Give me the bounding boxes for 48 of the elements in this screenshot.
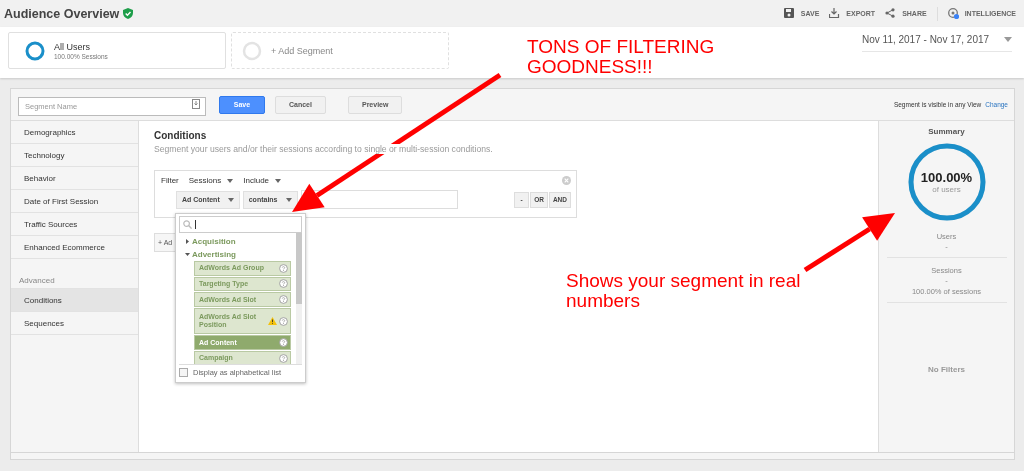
nav-item[interactable]: Technology xyxy=(11,144,138,167)
search-field[interactable] xyxy=(179,216,302,233)
filter-label: Filter xyxy=(161,176,179,185)
insights-icon xyxy=(947,8,959,19)
search-icon xyxy=(183,220,192,229)
summary-title: Summary xyxy=(928,127,965,136)
caret-icon xyxy=(227,178,234,183)
scrollbar-thumb[interactable] xyxy=(296,233,302,304)
triangle-icon xyxy=(185,252,190,257)
caret-icon xyxy=(227,197,234,202)
nav-item[interactable]: Conditions xyxy=(11,289,138,312)
add-segment-card[interactable]: + Add Segment xyxy=(231,32,449,69)
caret-icon xyxy=(285,197,292,202)
help-icon xyxy=(279,353,288,363)
save-to-icon xyxy=(192,99,200,109)
scope-dropdown[interactable]: Sessions xyxy=(188,176,234,185)
close-icon xyxy=(562,176,571,185)
filters-note: No Filters xyxy=(928,364,965,374)
nav-item[interactable]: Enhanced Ecommerce xyxy=(11,236,138,259)
help-icon xyxy=(279,263,288,273)
ring-icon xyxy=(242,40,262,61)
nav-item[interactable]: Date of First Session xyxy=(11,190,138,213)
mode-dropdown[interactable]: Include xyxy=(243,176,282,185)
nav-item[interactable]: Behavior xyxy=(11,167,138,190)
description: Segment your users and/or their sessions according to single or multi-session conditions. xyxy=(154,144,493,154)
help-icon xyxy=(279,295,288,305)
share-icon xyxy=(885,8,897,19)
segment-name: + Add Segment xyxy=(271,45,333,56)
date-range-picker[interactable]: Nov 11, 2017 - Nov 17, 2017 xyxy=(862,34,1012,52)
help-icon xyxy=(279,279,288,289)
nav-item[interactable]: Traffic Sources xyxy=(11,213,138,236)
segment-name: All Users xyxy=(54,41,91,52)
caret-icon xyxy=(1004,37,1012,42)
caret-icon xyxy=(275,178,282,183)
annotation-text: TONS OF FILTERING GOODNESS!!! xyxy=(527,37,716,77)
nav-item[interactable]: Demographics xyxy=(11,121,138,144)
triangle-icon xyxy=(185,239,190,244)
help-icon xyxy=(279,338,288,347)
percent-value: 100.00% xyxy=(920,170,973,185)
percent-caption: of users xyxy=(932,185,961,194)
nav-item[interactable]: Sequences xyxy=(11,312,138,335)
help-icon xyxy=(279,316,288,326)
annotation-text: Shows your segment in real numbers xyxy=(566,271,802,311)
scrollbar[interactable] xyxy=(11,452,1014,459)
page-title: Audience Overview xyxy=(4,6,120,21)
download-icon xyxy=(829,8,841,19)
ring-icon xyxy=(25,40,45,61)
section-title: Conditions xyxy=(154,130,208,141)
